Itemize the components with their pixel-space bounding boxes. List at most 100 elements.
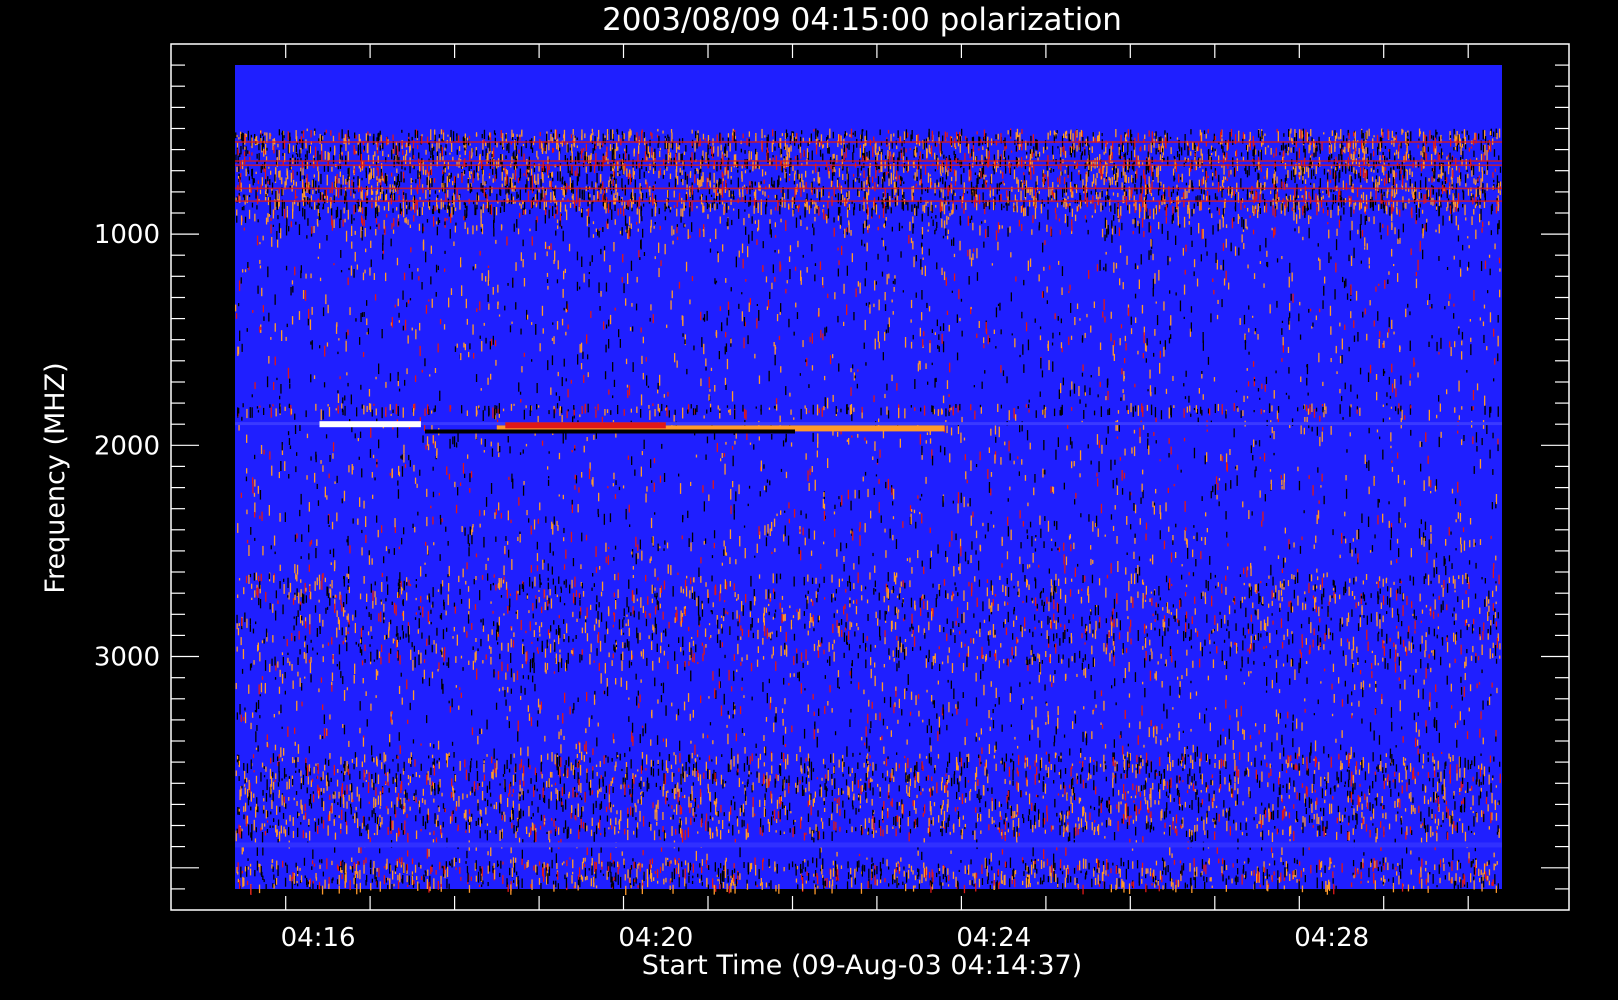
speckle-mark bbox=[930, 216, 933, 219]
speckle-mark bbox=[1176, 191, 1178, 196]
speckle-mark bbox=[748, 201, 750, 207]
speckle-mark bbox=[301, 131, 303, 134]
speckle-mark bbox=[1405, 134, 1407, 145]
speckle-mark bbox=[501, 183, 503, 188]
speckle-mark bbox=[1308, 191, 1310, 199]
speckle-mark bbox=[772, 184, 774, 188]
speckle-mark bbox=[610, 129, 612, 140]
speckle-mark bbox=[1141, 217, 1144, 228]
speckle-mark bbox=[797, 169, 799, 180]
speckle-mark bbox=[676, 208, 678, 217]
speckle-mark bbox=[822, 153, 824, 162]
speckle-mark bbox=[1323, 132, 1325, 135]
speckle-mark bbox=[1334, 195, 1337, 204]
speckle-mark bbox=[1003, 183, 1005, 186]
speckle-mark bbox=[330, 201, 332, 209]
speckle-mark bbox=[467, 227, 469, 235]
speckle-mark bbox=[548, 209, 550, 219]
speckle-mark bbox=[1256, 191, 1258, 200]
speckle-mark bbox=[596, 173, 598, 184]
speckle-mark bbox=[1331, 130, 1333, 136]
speckle-mark bbox=[1134, 217, 1136, 228]
speckle-mark bbox=[1257, 150, 1260, 157]
speckle-mark bbox=[1300, 165, 1302, 169]
speckle-mark bbox=[365, 133, 367, 141]
speckle-mark bbox=[302, 207, 304, 217]
speckle-mark bbox=[581, 135, 583, 141]
speckle-mark bbox=[1076, 129, 1078, 138]
speckle-mark bbox=[1439, 174, 1441, 178]
speckle-mark bbox=[1368, 257, 1370, 265]
speckle-mark bbox=[1263, 176, 1265, 179]
speckle-mark bbox=[514, 169, 517, 181]
speckle-mark bbox=[555, 230, 557, 236]
speckle-mark bbox=[295, 181, 297, 187]
speckle-mark bbox=[537, 156, 539, 160]
speckle-mark bbox=[1300, 166, 1302, 176]
speckle-mark bbox=[1471, 216, 1473, 225]
speckle-mark bbox=[916, 147, 918, 153]
speckle-mark bbox=[1409, 179, 1411, 187]
speckle-mark bbox=[1165, 217, 1167, 224]
speckle-mark bbox=[919, 151, 921, 162]
speckle-mark bbox=[1451, 214, 1453, 224]
speckle-mark bbox=[1464, 204, 1466, 216]
speckle-mark bbox=[1291, 207, 1293, 212]
speckle-mark bbox=[1473, 290, 1475, 301]
speckle-mark bbox=[1270, 148, 1272, 155]
speckle-mark bbox=[1208, 149, 1210, 160]
speckle-mark bbox=[535, 180, 537, 185]
speckle-mark bbox=[915, 255, 917, 262]
speckle-mark bbox=[446, 218, 448, 221]
speckle-mark bbox=[551, 171, 554, 177]
speckle-mark bbox=[546, 133, 548, 145]
speckle-mark bbox=[449, 175, 451, 179]
speckle-mark bbox=[1053, 130, 1055, 135]
speckle-mark bbox=[622, 254, 624, 263]
speckle-mark bbox=[1468, 147, 1470, 152]
speckle-mark bbox=[935, 228, 937, 231]
speckle-mark bbox=[298, 202, 301, 212]
speckle-mark bbox=[892, 153, 895, 158]
speckle-mark bbox=[369, 226, 372, 230]
speckle-mark bbox=[1359, 224, 1361, 231]
speckle-mark bbox=[1010, 292, 1012, 302]
speckle-mark bbox=[519, 168, 521, 177]
speckle-mark bbox=[1221, 214, 1224, 219]
speckle-mark bbox=[561, 177, 563, 185]
speckle-mark bbox=[942, 135, 944, 142]
speckle-mark bbox=[1396, 207, 1398, 214]
speckle-mark bbox=[430, 178, 432, 184]
speckle-mark bbox=[1016, 128, 1019, 138]
speckle-mark bbox=[1233, 190, 1235, 196]
speckle-mark bbox=[302, 167, 304, 176]
speckle-mark bbox=[471, 148, 473, 157]
speckle-mark bbox=[625, 145, 628, 154]
speckle-mark bbox=[1058, 218, 1061, 222]
speckle-mark bbox=[575, 205, 577, 212]
speckle-mark bbox=[562, 288, 564, 298]
speckle-mark bbox=[591, 128, 593, 132]
speckle-mark bbox=[501, 154, 504, 161]
speckle-mark bbox=[607, 203, 610, 214]
speckle-mark bbox=[679, 167, 681, 173]
speckle-mark bbox=[1344, 146, 1346, 154]
speckle-mark bbox=[1304, 148, 1306, 158]
speckle-mark bbox=[733, 132, 735, 143]
speckle-mark bbox=[1188, 208, 1191, 219]
speckle-mark bbox=[1071, 208, 1073, 217]
speckle-mark bbox=[936, 179, 938, 186]
speckle-mark bbox=[688, 202, 691, 208]
speckle-mark bbox=[316, 205, 318, 209]
speckle-mark bbox=[247, 170, 250, 174]
speckle-mark bbox=[599, 183, 602, 188]
speckle-mark bbox=[571, 144, 573, 153]
speckle-mark bbox=[865, 130, 868, 141]
speckle-mark bbox=[449, 229, 451, 239]
speckle-mark bbox=[979, 225, 981, 236]
speckle-mark bbox=[967, 215, 969, 226]
speckle-mark bbox=[570, 134, 573, 139]
speckle-mark bbox=[339, 144, 342, 153]
speckle-mark bbox=[627, 179, 630, 185]
speckle-mark bbox=[353, 218, 355, 221]
